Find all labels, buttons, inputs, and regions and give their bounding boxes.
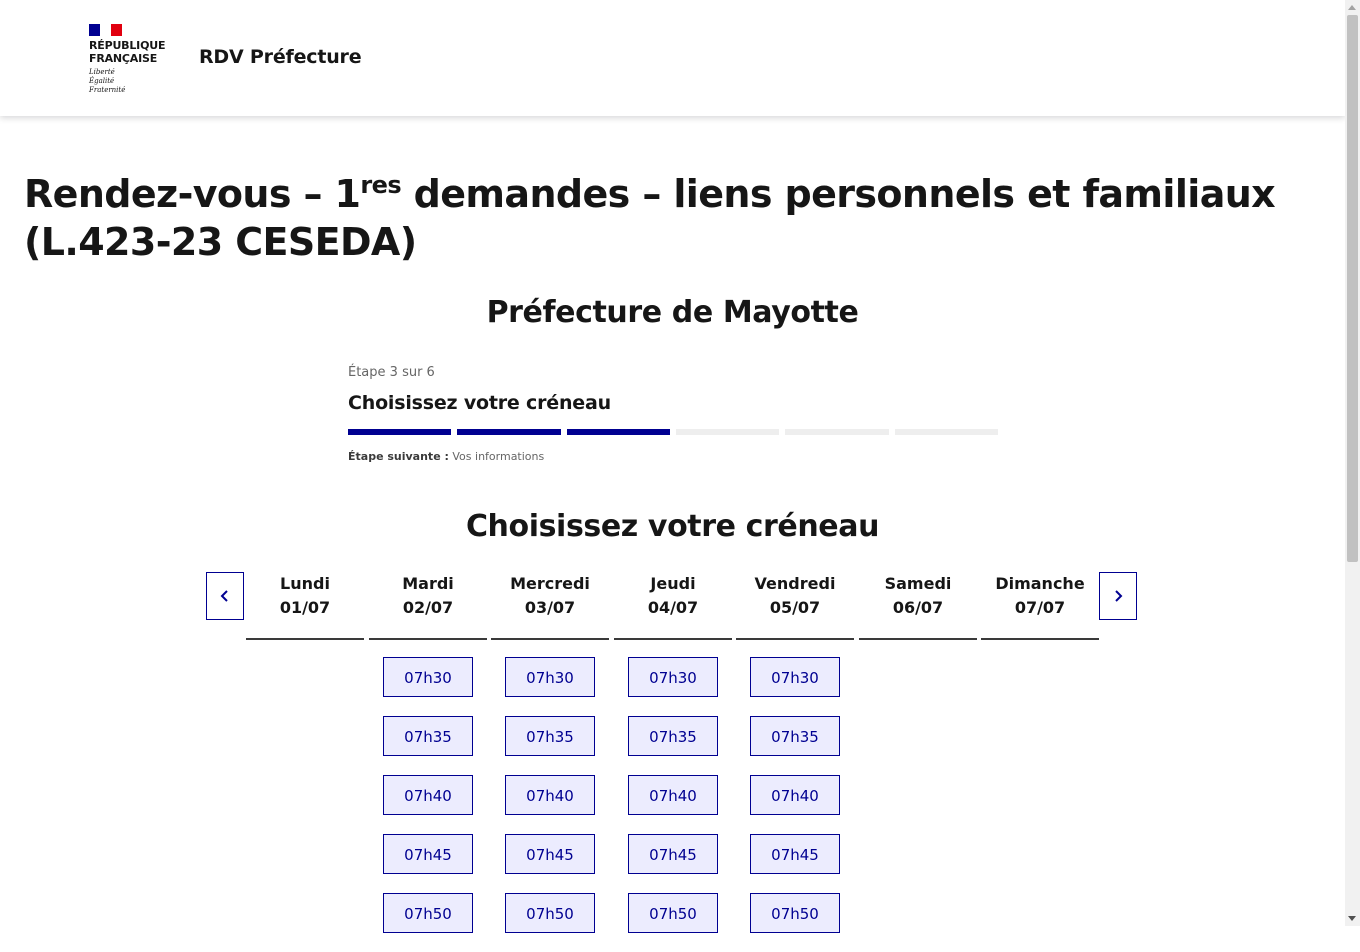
day-slots: 07h30 07h35 07h40 07h45 07h50: [369, 640, 487, 933]
day-header: Jeudi 04/07: [614, 572, 732, 640]
time-slot-button[interactable]: 07h50: [750, 893, 840, 933]
stepper-progress-bar: [348, 429, 998, 435]
day-header: Samedi 06/07: [859, 572, 977, 640]
time-slot-button[interactable]: 07h50: [505, 893, 595, 933]
stepper-next-label: Étape suivante :: [348, 450, 449, 463]
day-header: Lundi 01/07: [246, 572, 364, 640]
day-column: Mardi 02/07 07h30 07h35 07h40 07h45 07h50: [369, 572, 487, 952]
scroll-down-arrow-icon[interactable]: [1348, 916, 1356, 921]
day-name: Lundi: [280, 574, 330, 593]
stepper: Étape 3 sur 6 Choisissez votre créneau É…: [348, 363, 998, 465]
service-name-link[interactable]: RDV Préfecture: [199, 45, 362, 69]
day-name: Mercredi: [510, 574, 590, 593]
day-date: 01/07: [279, 598, 331, 617]
day-column: Samedi 06/07: [859, 572, 977, 657]
day-name: Jeudi: [650, 574, 696, 593]
time-slot-button[interactable]: 07h30: [383, 657, 473, 697]
logo-line-1: République: [89, 39, 166, 52]
previous-week-button[interactable]: [206, 572, 244, 620]
chevron-right-icon: [1115, 590, 1123, 602]
stepper-next-value: Vos informations: [452, 450, 545, 463]
time-slot-button[interactable]: 07h50: [383, 893, 473, 933]
day-column: Mercredi 03/07 07h30 07h35 07h40 07h45 07h50: [491, 572, 609, 952]
day-header: Mercredi 03/07: [491, 572, 609, 640]
calendar-title: Choisissez votre créneau: [465, 509, 880, 544]
next-week-button[interactable]: [1099, 572, 1137, 620]
day-header: Dimanche 07/07: [981, 572, 1099, 640]
stepper-segment: [785, 429, 889, 435]
day-column: Lundi 01/07: [246, 572, 364, 657]
logo-motto: Liberté Égalité Fraternité: [89, 68, 171, 95]
time-slot-button[interactable]: 07h40: [383, 775, 473, 815]
motto-line-2: Égalité: [89, 77, 115, 85]
stepper-title: Choisissez votre créneau: [348, 392, 611, 414]
stepper-count: Étape 3 sur 6: [348, 365, 435, 380]
stepper-segment: [566, 429, 670, 435]
stepper-segment: [457, 429, 561, 435]
scroll-up-arrow-icon[interactable]: [1348, 5, 1356, 10]
stepper-segment: [348, 429, 452, 435]
time-slot-button[interactable]: 07h45: [750, 834, 840, 874]
motto-line-1: Liberté: [89, 68, 115, 76]
site-header: République Française Liberté Égalité Fra…: [0, 0, 1345, 116]
day-date: 03/07: [524, 598, 576, 617]
logo-line-2: Française: [89, 52, 158, 65]
time-slot-button[interactable]: 07h45: [505, 834, 595, 874]
office-title: Préfecture de Mayotte: [486, 295, 859, 330]
stepper-segment: [894, 429, 998, 435]
day-slots: 07h30 07h35 07h40 07h45 07h50: [614, 640, 732, 933]
day-column: Jeudi 04/07 07h30 07h35 07h40 07h45 07h50: [614, 572, 732, 952]
time-slot-button[interactable]: 07h40: [505, 775, 595, 815]
page-title-superscript: res: [360, 171, 402, 199]
time-slot-button[interactable]: 07h50: [628, 893, 718, 933]
day-name: Vendredi: [754, 574, 836, 593]
time-slot-button[interactable]: 07h35: [628, 716, 718, 756]
republique-francaise-logo[interactable]: République Française Liberté Égalité Fra…: [89, 24, 171, 95]
time-slot-button[interactable]: 07h30: [628, 657, 718, 697]
day-date: 06/07: [892, 598, 944, 617]
time-slot-button[interactable]: 07h30: [750, 657, 840, 697]
day-slots: [859, 640, 977, 657]
stepper-segment: [675, 429, 780, 435]
scroll-thumb[interactable]: [1347, 15, 1358, 562]
time-slot-button[interactable]: 07h45: [383, 834, 473, 874]
day-slots: [981, 640, 1099, 657]
motto-line-3: Fraternité: [89, 86, 126, 94]
day-header: Vendredi 05/07: [736, 572, 854, 640]
calendar-days: Lundi 01/07 Mardi 02/07 07h30 07h35 07h40 07h45…: [246, 572, 1099, 933]
time-slot-button[interactable]: 07h35: [383, 716, 473, 756]
day-header: Mardi 02/07: [369, 572, 487, 640]
time-slot-button[interactable]: 07h30: [505, 657, 595, 697]
stepper-next-step: Étape suivante : Vos informations: [348, 449, 998, 465]
chevron-left-icon: [220, 590, 228, 602]
day-name: Mardi: [402, 574, 454, 593]
day-slots: 07h30 07h35 07h40 07h45 07h50: [491, 640, 609, 933]
day-date: 02/07: [402, 598, 454, 617]
french-flag-icon: [89, 24, 122, 36]
time-slot-button[interactable]: 07h45: [628, 834, 718, 874]
day-slots: [246, 640, 364, 657]
day-date: 05/07: [769, 598, 821, 617]
day-column: Dimanche 07/07: [981, 572, 1099, 657]
time-slot-button[interactable]: 07h35: [750, 716, 840, 756]
page-scrollbar[interactable]: [1345, 0, 1360, 926]
day-name: Dimanche: [995, 574, 1085, 593]
time-slot-button[interactable]: 07h35: [505, 716, 595, 756]
day-date: 07/07: [1014, 598, 1066, 617]
time-slot-button[interactable]: 07h40: [628, 775, 718, 815]
page-title-start: Rendez-vous – 1: [24, 172, 361, 216]
page-title: Rendez-vous – 1res demandes – liens pers…: [24, 170, 1334, 266]
day-name: Samedi: [884, 574, 952, 593]
day-date: 04/07: [647, 598, 699, 617]
time-slot-button[interactable]: 07h40: [750, 775, 840, 815]
logo-text: République Française: [89, 39, 171, 65]
day-slots: 07h30 07h35 07h40 07h45 07h50: [736, 640, 854, 933]
day-column: Vendredi 05/07 07h30 07h35 07h40 07h45 07h50: [736, 572, 854, 952]
